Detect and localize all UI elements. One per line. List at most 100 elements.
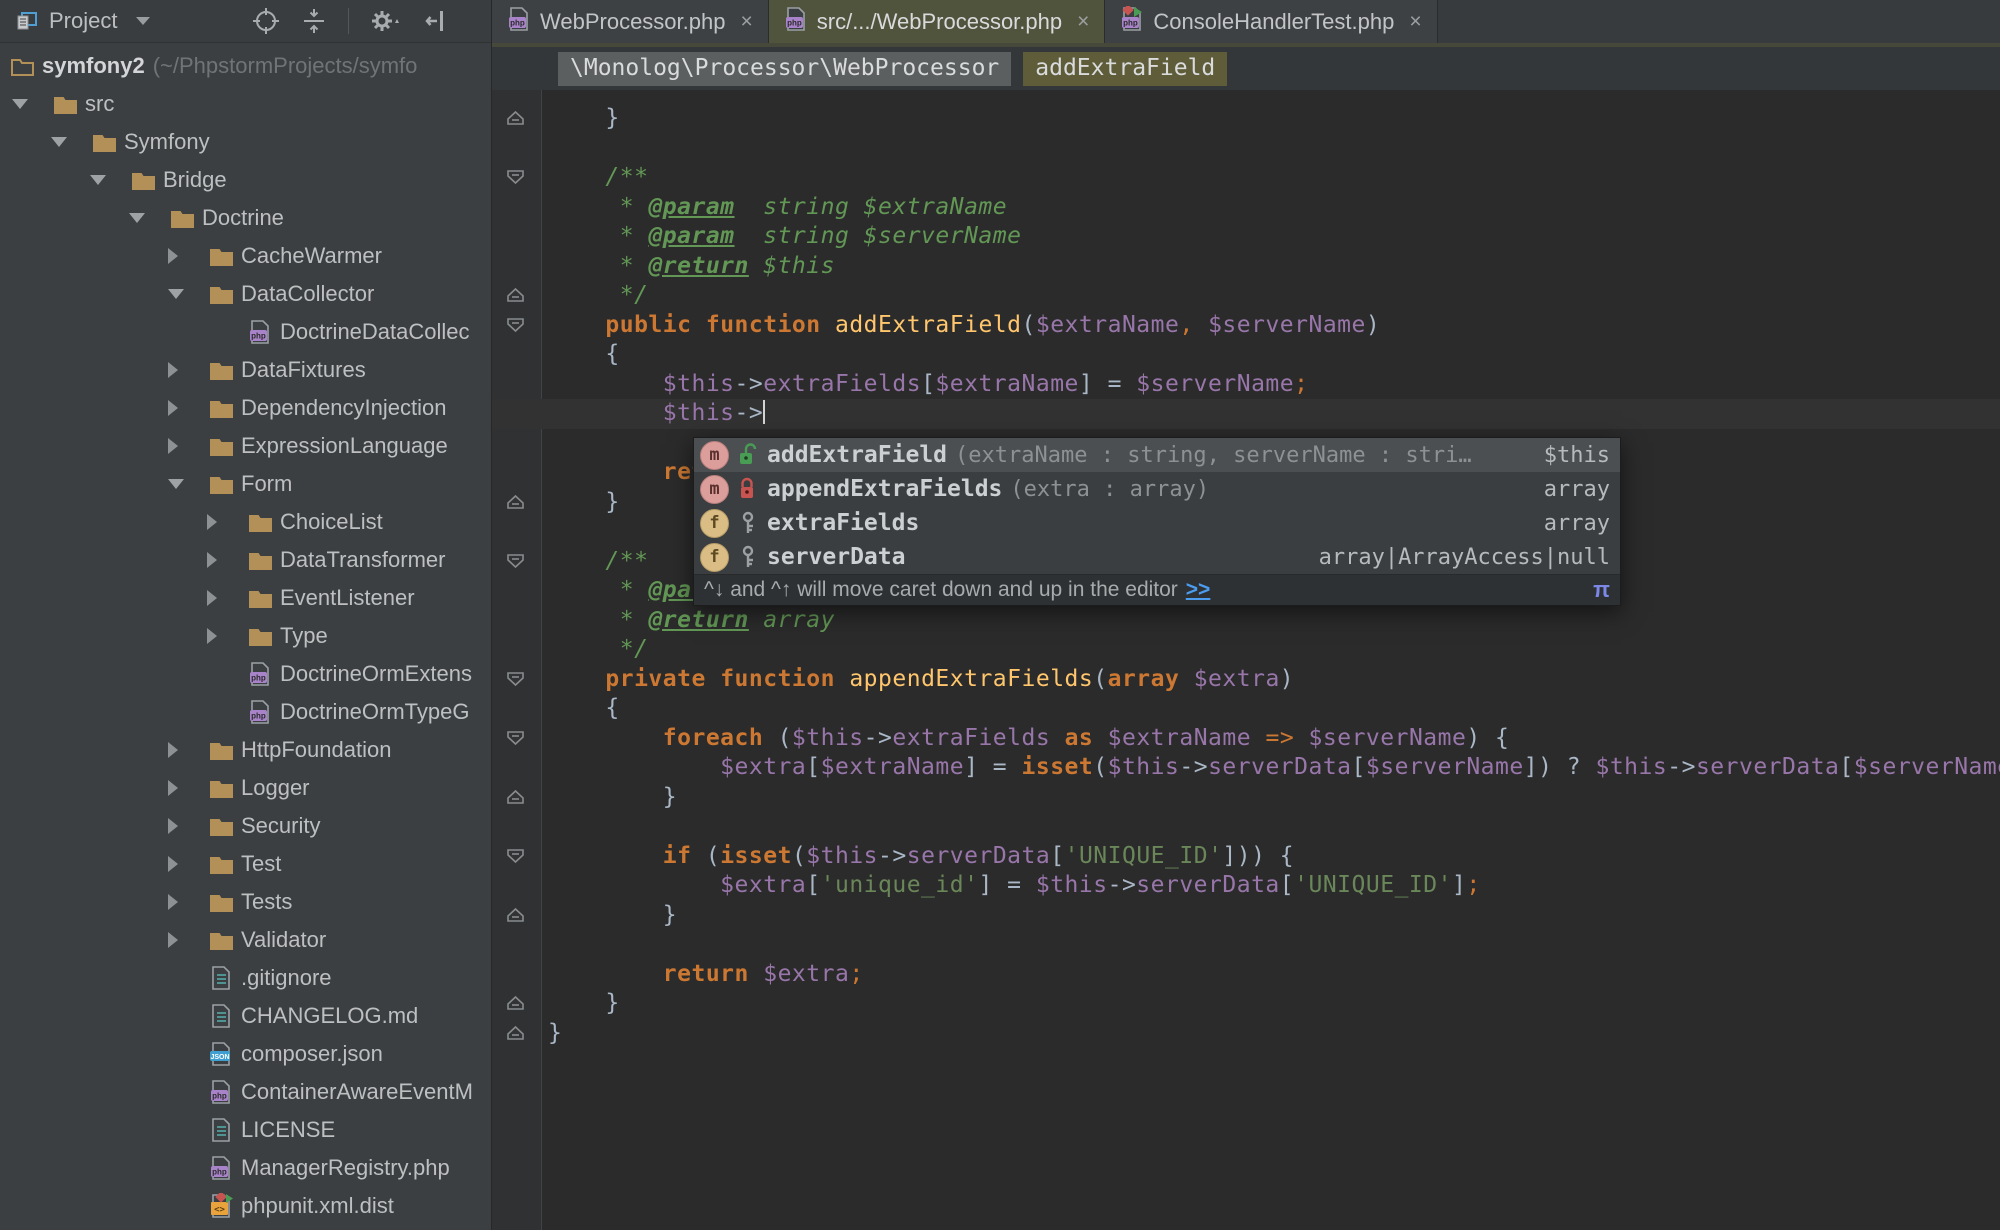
settings-gear-icon[interactable] xyxy=(369,7,403,35)
chevron-collapsed-icon[interactable] xyxy=(168,818,209,834)
chevron-collapsed-icon[interactable] xyxy=(207,514,248,530)
chevron-collapsed-icon[interactable] xyxy=(168,894,209,910)
collapse-all-icon[interactable] xyxy=(300,7,328,35)
chevron-expanded-icon[interactable] xyxy=(12,99,53,109)
chevron-collapsed-icon[interactable] xyxy=(207,552,248,568)
editor-gutter[interactable] xyxy=(492,90,542,1230)
tree-item-clipped[interactable] xyxy=(0,1225,491,1230)
fold-open-icon[interactable] xyxy=(506,671,525,692)
tab-consolehandlertest-php[interactable]: php ConsoleHandlerTest.php × xyxy=(1105,0,1438,43)
code-line-9[interactable]: { xyxy=(548,340,2000,370)
fold-open-icon[interactable] xyxy=(506,553,525,574)
code-line-10[interactable]: $this->extraFields[$extraName] = $server… xyxy=(548,370,2000,400)
hide-panel-icon[interactable] xyxy=(423,7,451,35)
project-view-selector[interactable]: Project xyxy=(14,8,151,34)
chevron-collapsed-icon[interactable] xyxy=(168,400,209,416)
fold-close-icon[interactable] xyxy=(506,1025,525,1046)
chevron-collapsed-icon[interactable] xyxy=(168,362,209,378)
tree-item-dependencyinjection[interactable]: DependencyInjection xyxy=(0,389,491,427)
chevron-collapsed-icon[interactable] xyxy=(207,590,248,606)
code-line-11[interactable]: $this-> xyxy=(492,399,2000,429)
tab-webprocessor-php[interactable]: php WebProcessor.php × xyxy=(492,0,769,43)
code-line-26[interactable]: if (isset($this->serverData['UNIQUE_ID']… xyxy=(548,842,2000,872)
tree-item-doctrine[interactable]: Doctrine xyxy=(0,199,491,237)
tree-item-eventlistener[interactable]: EventListener xyxy=(0,579,491,617)
code-line-22[interactable]: foreach ($this->extraFields as $extraNam… xyxy=(548,724,2000,754)
tree-item-test[interactable]: Test xyxy=(0,845,491,883)
code-line-23[interactable]: $extra[$extraName] = isset($this->server… xyxy=(548,753,2000,783)
close-icon[interactable]: × xyxy=(1077,10,1089,34)
completion-hint-more-link[interactable]: >> xyxy=(1186,578,1211,602)
code-editor[interactable]: } /** * @param string $extraName * @para… xyxy=(492,90,2000,1230)
tree-item-security[interactable]: Security xyxy=(0,807,491,845)
tree-item-httpfoundation[interactable]: HttpFoundation xyxy=(0,731,491,769)
fold-close-icon[interactable] xyxy=(506,494,525,515)
close-icon[interactable]: × xyxy=(740,10,752,34)
tree-item-doctrineormtypeg[interactable]: php DoctrineOrmTypeG xyxy=(0,693,491,731)
code-line-4[interactable]: * @param string $extraName xyxy=(548,193,2000,223)
code-line-5[interactable]: * @param string $serverName xyxy=(548,222,2000,252)
fold-close-icon[interactable] xyxy=(506,789,525,810)
completion-item-addExtraField[interactable]: m addExtraField (extraName : string, serve… xyxy=(694,438,1620,472)
fold-close-icon[interactable] xyxy=(506,907,525,928)
tree-item-tests[interactable]: Tests xyxy=(0,883,491,921)
fold-open-icon[interactable] xyxy=(506,317,525,338)
tree-item-phpunit.xml.dist[interactable]: <> phpunit.xml.dist xyxy=(0,1187,491,1225)
tree-item-datatransformer[interactable]: DataTransformer xyxy=(0,541,491,579)
chevron-collapsed-icon[interactable] xyxy=(207,628,248,644)
code-line-25[interactable] xyxy=(548,812,2000,842)
completion-item-extraFields[interactable]: f extraFields array xyxy=(694,506,1620,540)
code-line-18[interactable]: * @return array xyxy=(548,606,2000,636)
fold-open-icon[interactable] xyxy=(506,169,525,190)
breadcrumb-method-chip[interactable]: addExtraField xyxy=(1023,51,1228,86)
tree-item-form[interactable]: Form xyxy=(0,465,491,503)
tree-item-bridge[interactable]: Bridge xyxy=(0,161,491,199)
fold-open-icon[interactable] xyxy=(506,848,525,869)
tree-item-managerregistry.php[interactable]: php ManagerRegistry.php xyxy=(0,1149,491,1187)
tree-item-choicelist[interactable]: ChoiceList xyxy=(0,503,491,541)
code-line-3[interactable]: /** xyxy=(548,163,2000,193)
chevron-expanded-icon[interactable] xyxy=(168,479,209,489)
breadcrumb-class-chip[interactable]: \Monolog\Processor\WebProcessor xyxy=(558,51,1012,86)
chevron-expanded-icon[interactable] xyxy=(90,175,131,185)
chevron-collapsed-icon[interactable] xyxy=(168,248,209,264)
code-line-1[interactable]: } xyxy=(548,104,2000,134)
code-lines[interactable]: } /** * @param string $extraName * @para… xyxy=(492,90,2000,1230)
code-line-24[interactable]: } xyxy=(548,783,2000,813)
tree-item-.gitignore[interactable]: .gitignore xyxy=(0,959,491,997)
tree-item-expressionlanguage[interactable]: ExpressionLanguage xyxy=(0,427,491,465)
code-line-32[interactable]: } xyxy=(548,1019,2000,1049)
code-line-2[interactable] xyxy=(548,134,2000,164)
tree-item-license[interactable]: LICENSE xyxy=(0,1111,491,1149)
chevron-collapsed-icon[interactable] xyxy=(168,438,209,454)
tree-item-doctrinedatacollec[interactable]: php DoctrineDataCollec xyxy=(0,313,491,351)
code-line-20[interactable]: private function appendExtraFields(array… xyxy=(548,665,2000,695)
tree-item-datacollector[interactable]: DataCollector xyxy=(0,275,491,313)
code-line-30[interactable]: return $extra; xyxy=(548,960,2000,990)
code-line-21[interactable]: { xyxy=(548,694,2000,724)
tree-item-src[interactable]: src xyxy=(0,85,491,123)
chevron-expanded-icon[interactable] xyxy=(129,213,170,223)
tree-item-symfony[interactable]: Symfony xyxy=(0,123,491,161)
tree-item-composer.json[interactable]: JSON composer.json xyxy=(0,1035,491,1073)
code-line-28[interactable]: } xyxy=(548,901,2000,931)
code-line-31[interactable]: } xyxy=(548,989,2000,1019)
close-icon[interactable]: × xyxy=(1409,10,1421,34)
code-line-19[interactable]: */ xyxy=(548,635,2000,665)
code-line-29[interactable] xyxy=(548,930,2000,960)
tree-item-validator[interactable]: Validator xyxy=(0,921,491,959)
locate-file-icon[interactable] xyxy=(252,7,280,35)
fold-close-icon[interactable] xyxy=(506,995,525,1016)
chevron-collapsed-icon[interactable] xyxy=(168,932,209,948)
tree-item-datafixtures[interactable]: DataFixtures xyxy=(0,351,491,389)
tree-item-symfony2[interactable]: symfony2 (~/PhpstormProjects/symfo xyxy=(0,47,491,85)
tree-item-containerawareeventm[interactable]: php ContainerAwareEventM xyxy=(0,1073,491,1111)
tree-item-doctrineormextens[interactable]: php DoctrineOrmExtens xyxy=(0,655,491,693)
chevron-collapsed-icon[interactable] xyxy=(168,742,209,758)
chevron-expanded-icon[interactable] xyxy=(168,289,209,299)
completion-item-serverData[interactable]: f serverData array|ArrayAccess|null xyxy=(694,540,1620,574)
code-line-8[interactable]: public function addExtraField($extraName… xyxy=(548,311,2000,341)
tab-src-webprocessor-php[interactable]: php src/.../WebProcessor.php × xyxy=(768,0,1106,43)
chevron-collapsed-icon[interactable] xyxy=(168,856,209,872)
tree-item-type[interactable]: Type xyxy=(0,617,491,655)
